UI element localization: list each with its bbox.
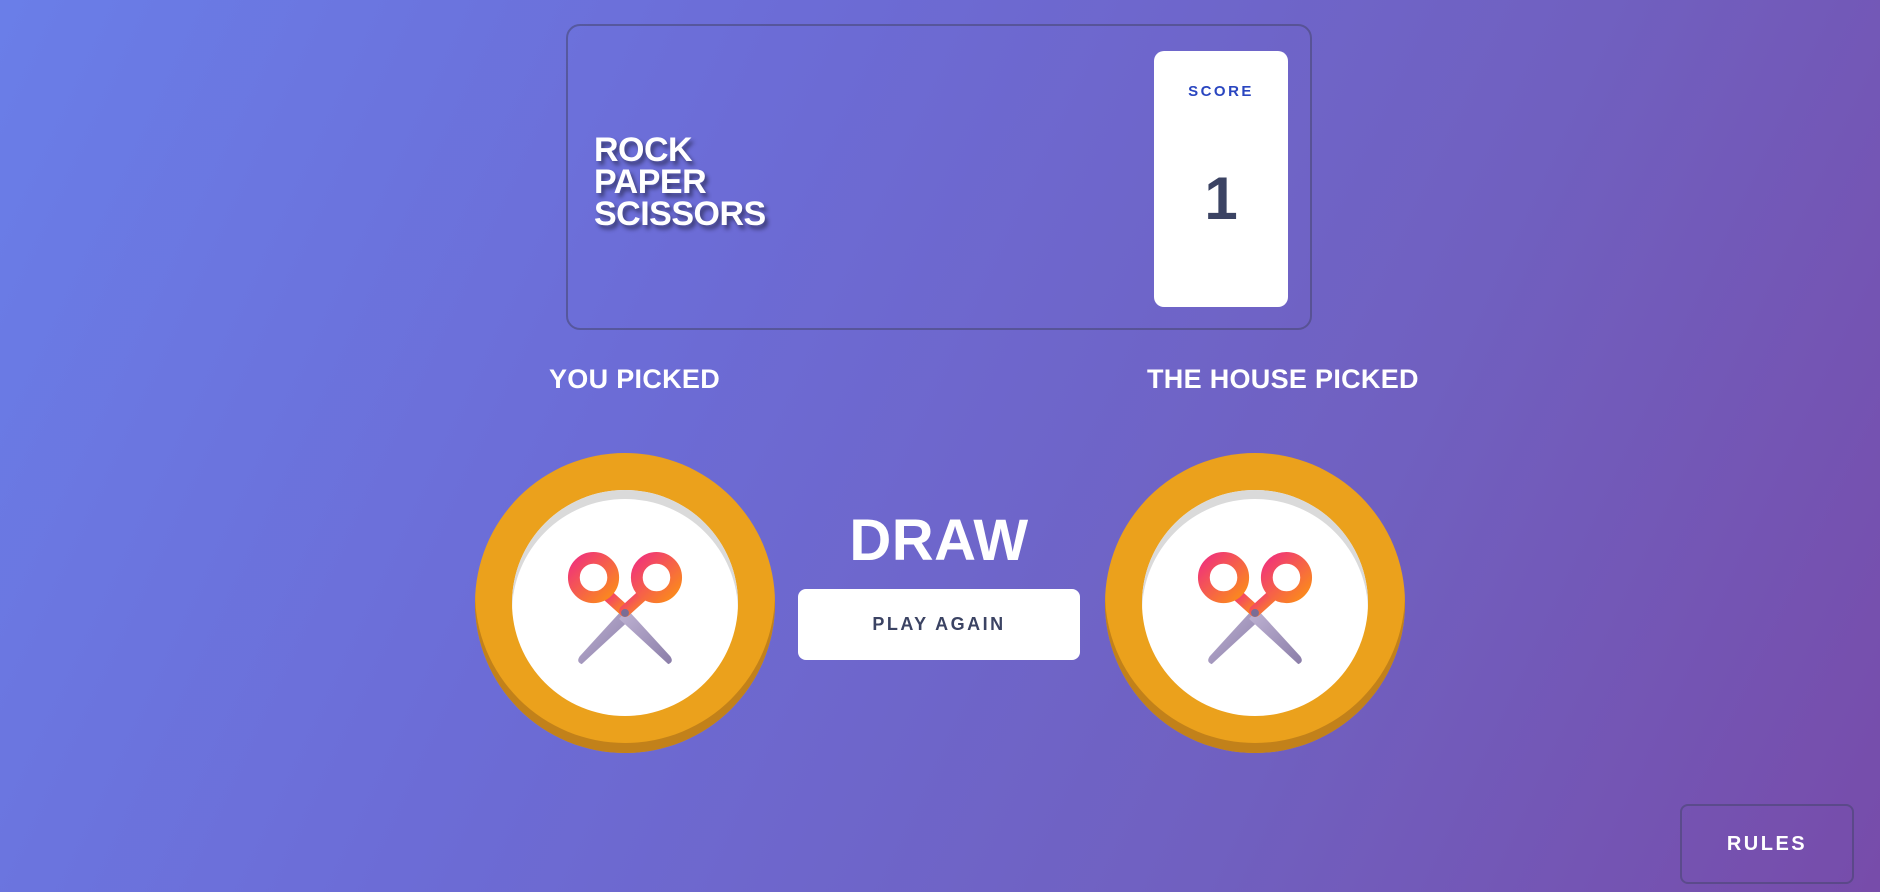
score-box: SCORE 1	[1154, 51, 1288, 307]
logo-line-scissors: SCISSORS	[594, 195, 766, 233]
game-logo: ROCK PAPER SCISSORS	[594, 131, 766, 233]
you-picked-label: YOU PICKED	[549, 364, 721, 394]
score-header: ROCK PAPER SCISSORS SCORE 1	[566, 24, 1312, 330]
house-choice-inner	[1142, 490, 1368, 716]
logo-line-paper: PAPER	[594, 163, 707, 201]
scissors-icon	[1190, 550, 1320, 668]
logo-line-rock: ROCK	[594, 131, 693, 169]
player-choice-token	[475, 453, 775, 753]
score-label: SCORE	[1188, 83, 1254, 100]
result-text: DRAW	[849, 508, 1029, 573]
rules-button[interactable]: RULES	[1680, 804, 1854, 884]
player-choice-inner	[512, 490, 738, 716]
result-panel: DRAW PLAY AGAIN	[798, 508, 1080, 660]
house-choice-token	[1105, 453, 1405, 753]
scissors-icon	[560, 550, 690, 668]
play-again-button[interactable]: PLAY AGAIN	[798, 589, 1080, 660]
score-value: 1	[1204, 165, 1238, 232]
house-picked-label: THE HOUSE PICKED	[1147, 364, 1419, 394]
